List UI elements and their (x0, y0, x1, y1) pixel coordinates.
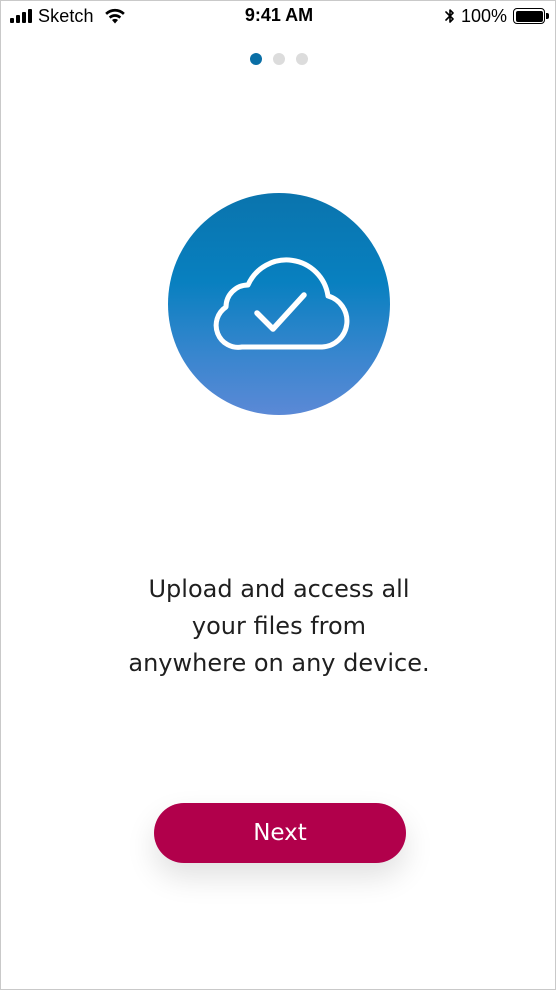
bluetooth-icon (445, 9, 454, 23)
message-line-2: your files from (191, 612, 367, 640)
battery-cap (546, 13, 549, 19)
battery-level (515, 10, 543, 22)
message-line-3: anywhere on any device. (128, 649, 430, 677)
onboarding-message: Upload and access all your files from an… (79, 571, 479, 682)
status-bar: Sketch 9:41 AM 100% (1, 1, 556, 31)
onboarding-illustration (168, 193, 390, 415)
cloud-check-icon (213, 257, 350, 350)
page-dot-1[interactable] (250, 53, 262, 65)
battery-icon (513, 8, 545, 24)
page-dot-3[interactable] (296, 53, 308, 65)
next-button[interactable]: Next (154, 803, 406, 863)
message-line-1: Upload and access all (148, 575, 410, 603)
phone-screen: Sketch 9:41 AM 100% Upload and access al… (0, 0, 556, 990)
page-indicator (1, 53, 556, 65)
page-dot-2[interactable] (273, 53, 285, 65)
battery-percentage: 100% (460, 5, 507, 26)
status-bar-right: 100% (445, 5, 549, 27)
